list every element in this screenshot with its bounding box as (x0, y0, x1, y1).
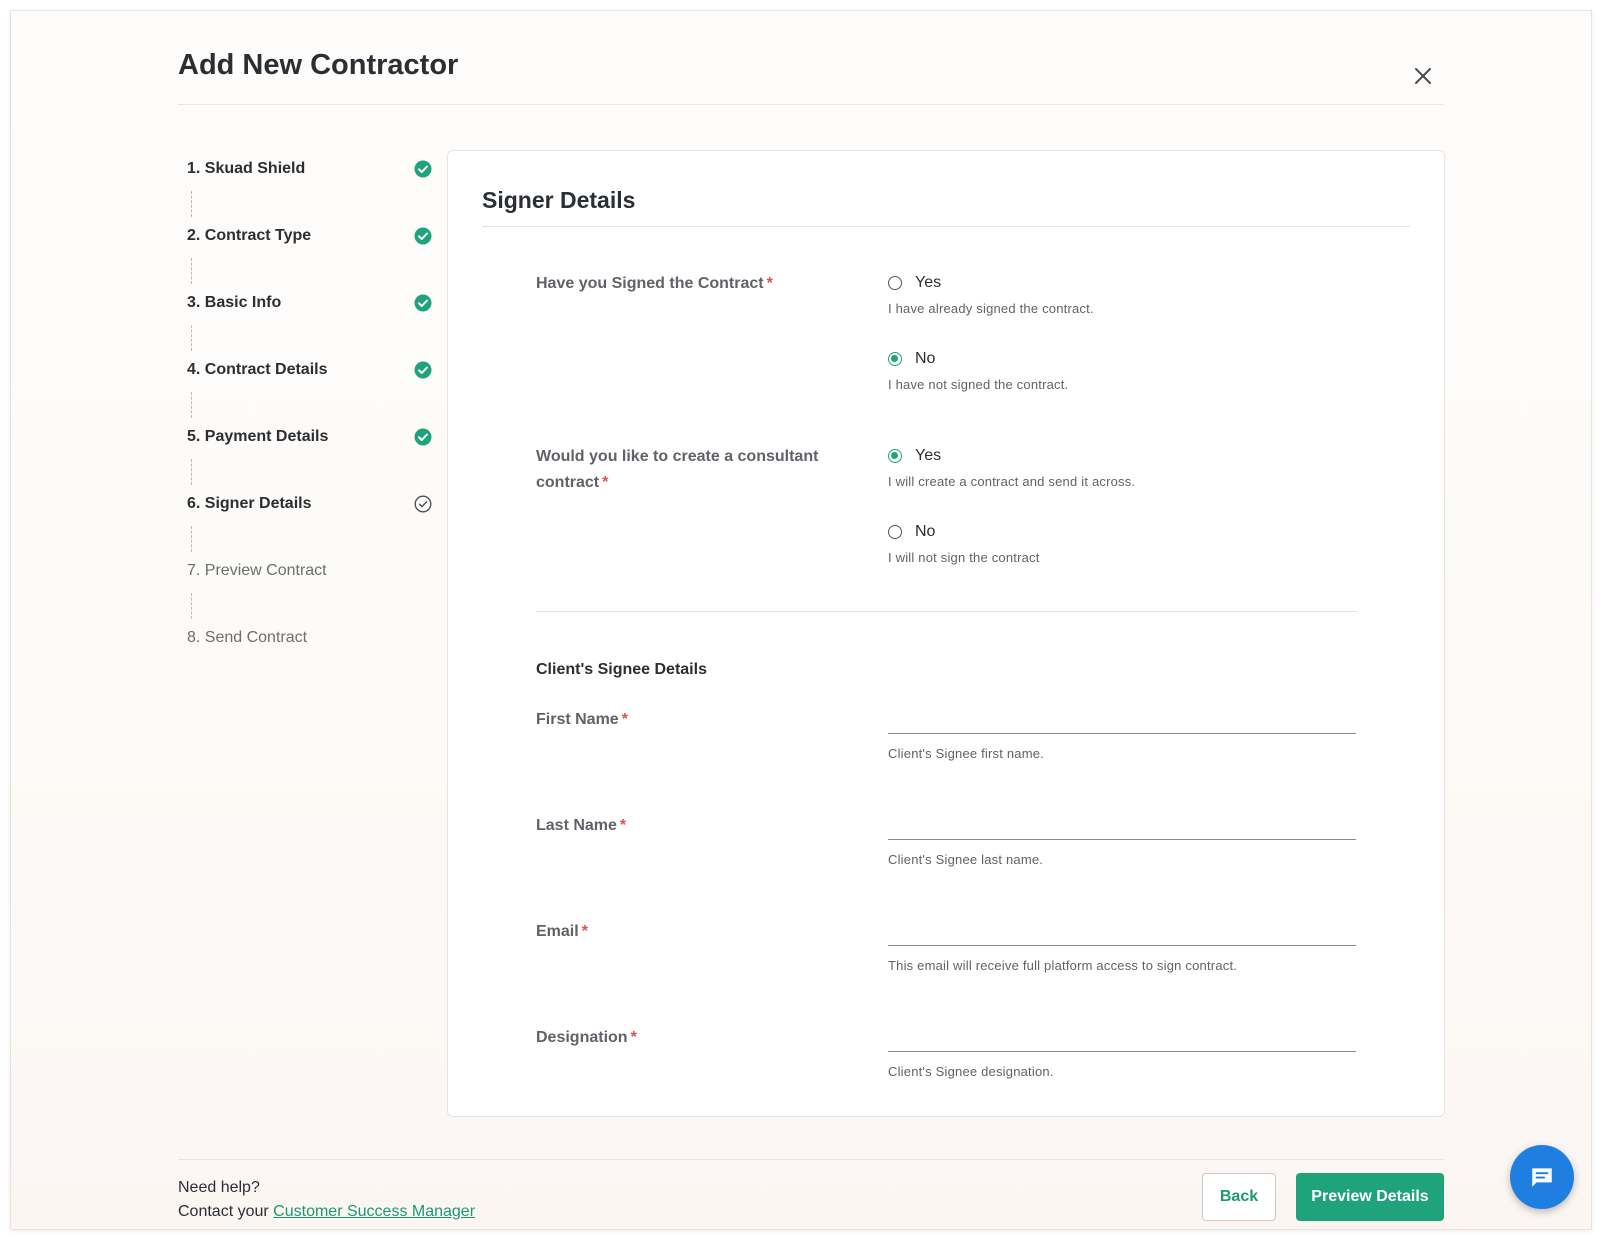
check-circle-filled-icon (414, 428, 432, 446)
card-title: Signer Details (482, 187, 636, 213)
check-circle-filled-icon (414, 227, 432, 245)
required-marker: * (581, 923, 588, 940)
consultant-contract-question: Would you like to create a consultant co… (536, 444, 826, 496)
radio-label: Yes (915, 274, 942, 291)
step-connector (191, 459, 192, 485)
step-connector (191, 392, 192, 418)
radio-hint: I have not signed the contract. (888, 377, 1069, 392)
signed-no-radio[interactable]: No I have not signed the contract. (888, 348, 1068, 392)
check-circle-filled-icon (414, 294, 432, 312)
email-hint: This email will receive full platform ac… (888, 958, 1238, 973)
help-block: Need help? Contact your Customer Success… (178, 1176, 475, 1224)
close-button[interactable] (1411, 64, 1435, 88)
radio-button[interactable] (888, 352, 902, 366)
radio-hint: I have already signed the contract. (888, 301, 1094, 316)
step-connector (191, 325, 192, 351)
first-name-input[interactable] (888, 703, 1356, 734)
last-name-hint: Client's Signee last name. (888, 852, 1044, 867)
signer-details-card: Signer Details Have you Signed the Contr… (447, 150, 1445, 1117)
consultant-no-radio[interactable]: No I will not sign the contract (888, 521, 1040, 565)
step-connector (191, 191, 192, 217)
required-marker: * (766, 275, 773, 292)
field-label-text: Designation (536, 1029, 628, 1046)
radio-button[interactable] (888, 449, 902, 463)
step-label: 5. Payment Details (187, 428, 329, 445)
field-label-text: First Name (536, 711, 619, 728)
page-title: Add New Contractor (178, 49, 459, 81)
last-name-input[interactable] (888, 809, 1356, 840)
field-label-text: Email (536, 923, 579, 940)
modal-frame: Add New Contractor 1. Skuad Shield 2. Co… (10, 10, 1592, 1230)
check-circle-outline-icon (414, 495, 432, 513)
last-name-label: Last Name * (536, 817, 626, 835)
designation-label: Designation * (536, 1029, 637, 1047)
step-label: 2. Contract Type (187, 227, 312, 244)
step-skuad-shield[interactable]: 1. Skuad Shield (187, 157, 432, 181)
step-connector (191, 593, 192, 619)
radio-label: No (915, 523, 936, 540)
header-divider (178, 104, 1444, 105)
designation-hint: Client's Signee designation. (888, 1064, 1054, 1079)
signed-contract-question: Have you Signed the Contract * (536, 271, 826, 297)
step-signer-details[interactable]: 6. Signer Details (187, 492, 432, 516)
radio-hint: I will not sign the contract (888, 550, 1040, 565)
email-input[interactable] (888, 915, 1356, 946)
step-label: 6. Signer Details (187, 495, 312, 512)
step-preview-contract[interactable]: 7. Preview Contract (187, 559, 432, 583)
preview-details-button[interactable]: Preview Details (1296, 1173, 1444, 1221)
first-name-hint: Client's Signee first name. (888, 746, 1045, 761)
required-marker: * (602, 474, 609, 491)
required-marker: * (619, 817, 627, 834)
close-icon (1415, 68, 1431, 84)
required-marker: * (621, 711, 628, 728)
radio-label: Yes (915, 447, 942, 464)
help-contact-line: Contact your Customer Success Manager (178, 1200, 475, 1224)
signed-yes-radio[interactable]: Yes I have already signed the contract. (888, 272, 1094, 316)
step-payment-details[interactable]: 5. Payment Details (187, 425, 432, 449)
step-label: 8. Send Contract (187, 629, 308, 646)
radio-button[interactable] (888, 525, 902, 539)
section-divider (536, 611, 1358, 612)
check-circle-filled-icon (414, 361, 432, 379)
step-label: 1. Skuad Shield (187, 160, 306, 177)
step-label: 4. Contract Details (187, 361, 328, 378)
step-send-contract[interactable]: 8. Send Contract (187, 626, 432, 650)
chat-icon (1532, 1168, 1552, 1187)
help-prefix: Contact your (178, 1203, 269, 1220)
card-divider (482, 226, 1410, 227)
designation-input[interactable] (888, 1021, 1356, 1052)
consultant-yes-radio[interactable]: Yes I will create a contract and send it… (888, 445, 1135, 489)
question-text: Would you like to create a consultant co… (536, 448, 819, 491)
back-button[interactable]: Back (1202, 1173, 1276, 1221)
signee-section-title: Client's Signee Details (536, 661, 707, 678)
required-marker: * (630, 1029, 637, 1046)
email-label: Email * (536, 923, 588, 941)
help-heading: Need help? (178, 1179, 260, 1196)
question-text: Have you Signed the Contract (536, 275, 764, 292)
radio-button[interactable] (888, 276, 902, 290)
radio-hint: I will create a contract and send it acr… (888, 474, 1136, 489)
footer-divider (178, 1159, 1444, 1160)
customer-success-manager-link[interactable]: Customer Success Manager (273, 1203, 475, 1220)
field-label-text: Last Name (536, 817, 617, 834)
step-contract-details[interactable]: 4. Contract Details (187, 358, 432, 382)
step-connector (191, 258, 192, 284)
radio-label: No (915, 350, 936, 367)
step-label: 3. Basic Info (187, 294, 282, 311)
first-name-label: First Name * (536, 711, 628, 729)
step-contract-type[interactable]: 2. Contract Type (187, 224, 432, 248)
step-label: 7. Preview Contract (187, 562, 327, 579)
step-basic-info[interactable]: 3. Basic Info (187, 291, 432, 315)
check-circle-filled-icon (414, 160, 432, 178)
step-connector (191, 526, 192, 552)
chat-button[interactable] (1510, 1145, 1574, 1209)
